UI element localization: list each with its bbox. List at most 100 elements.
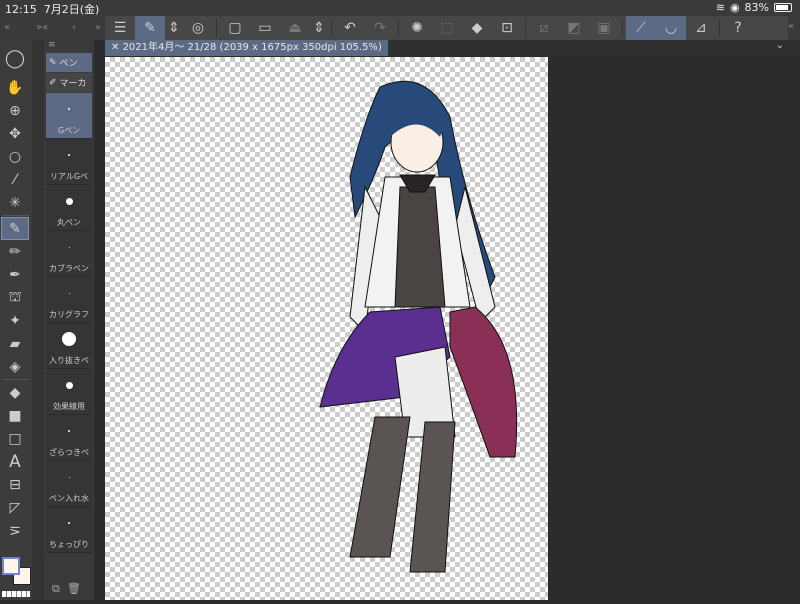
subtool-item[interactable]: ペン入れ水 [46, 461, 92, 507]
tab-bar: ✕ 2021年4月～ 21/28 (2039 x 1675px 350dpi 1… [105, 40, 800, 56]
subtool-item[interactable]: 入り抜きペ [46, 323, 92, 369]
text-icon[interactable]: A [1, 450, 29, 473]
blend-icon[interactable]: ◈ [1, 355, 29, 378]
panel-collapse-bar: « »« ‹ » [0, 16, 105, 40]
brush-preview-icon [68, 476, 70, 478]
fill-icon[interactable]: ◆ [462, 16, 492, 40]
command-bar: ☰ ✎ ⇕ ◎ ▢ ▭ ⏏ ⇕ ↶ ↷ ✺ ⬚ ◆ ⊡ ⧄ ◩ ▣ ⟋ ◡ ⊿ … [105, 16, 788, 40]
collapse-left-icon[interactable]: « [4, 22, 10, 33]
lasso-icon[interactable]: ○ [1, 145, 29, 168]
palette-menu-icon[interactable]: ≡ [44, 40, 94, 52]
clear-icon[interactable]: ⧄ [529, 16, 559, 40]
subtool-label: カリグラフ [49, 310, 89, 319]
move-icon[interactable]: ✥ [1, 122, 29, 145]
subtool-group-marker[interactable]: ✐ マーカ [46, 73, 92, 92]
character-illustration [319, 80, 518, 573]
tab-canvas[interactable]: ✕ 2021年4月～ 21/28 (2039 x 1675px 350dpi 1… [105, 40, 388, 56]
undo-icon[interactable]: ↶ [335, 16, 365, 40]
eyedropper-icon[interactable]: ⁄ [1, 168, 29, 191]
chevron-left-icon[interactable]: ‹ [72, 22, 76, 33]
airbrush-icon[interactable]: ⛫ [1, 286, 29, 309]
updown-icon[interactable]: ⇕ [165, 16, 183, 40]
drawing-canvas[interactable] [105, 57, 548, 600]
decoration-icon[interactable]: ✦ [1, 309, 29, 332]
magic-wand-icon[interactable]: ✳ [1, 191, 29, 214]
expand-icon[interactable]: »« [36, 22, 48, 33]
ruler-snap-icon[interactable]: ⟋ [626, 16, 656, 40]
subtool-item[interactable]: ちょっぴり [46, 507, 92, 553]
duplicate-subtool-icon[interactable]: ⧉ [52, 582, 60, 595]
transform-icon[interactable]: ⊡ [492, 16, 522, 40]
subtool-item[interactable]: ざらつきペ [46, 415, 92, 461]
subtool-item[interactable]: Gペン [46, 93, 92, 139]
object-select-icon[interactable]: ⊕ [1, 99, 29, 122]
gradient-icon[interactable]: ■ [1, 404, 29, 427]
brush-preview-icon [68, 246, 70, 248]
select-icon[interactable]: ⬚ [432, 16, 462, 40]
brush-preview-icon [68, 154, 70, 156]
battery-icon [774, 3, 792, 12]
brush-preview-icon [68, 522, 70, 524]
clear-outside-icon[interactable]: ◩ [559, 16, 589, 40]
target-icon[interactable]: ◎ [183, 16, 213, 40]
subtool-group-pen[interactable]: ✎ ペン [46, 53, 92, 72]
figure-icon[interactable]: □ [1, 427, 29, 450]
subtool-label: 入り抜きペ [49, 356, 89, 365]
subtool-item[interactable]: カブラペン [46, 231, 92, 277]
subtool-item[interactable]: 丸ペン [46, 185, 92, 231]
subtool-label: Gペン [57, 126, 81, 135]
frame-icon[interactable]: ⊟ [1, 473, 29, 496]
subtool-label: ちょっぴり [49, 540, 89, 549]
palette-divider [32, 40, 44, 600]
grid-snap-icon[interactable]: ⊿ [686, 16, 716, 40]
battery-percent: 83% [744, 1, 769, 14]
subtool-label: リアルGペ [49, 172, 89, 181]
redo-icon[interactable]: ↷ [365, 16, 395, 40]
pen-icon[interactable]: ✎ [1, 217, 29, 240]
updown-icon[interactable]: ⇕ [310, 16, 328, 40]
wifi-icon: ≋ [715, 1, 725, 14]
brush-preview-icon [68, 292, 70, 294]
status-bar: 12:15 7月2日(金) ≋ ◉ 83% [0, 0, 800, 16]
chevron-down-icon[interactable]: ⌄ [776, 40, 784, 51]
subtool-label: カブラペン [49, 264, 89, 273]
subtool-item[interactable]: リアルGペ [46, 139, 92, 185]
crop-icon[interactable]: ▣ [589, 16, 619, 40]
subtool-label: ペン入れ水 [49, 494, 89, 503]
brush-icon[interactable]: ✒ [1, 263, 29, 286]
brush-preview-icon [65, 381, 73, 389]
trash-icon[interactable]: 🗑 [67, 582, 81, 595]
correct-line-icon[interactable]: ⋝ [1, 519, 29, 542]
transparent-color-swatch[interactable] [2, 591, 30, 597]
hand-icon[interactable]: ✋ [1, 76, 29, 99]
main-color-swatch[interactable] [2, 557, 20, 575]
new-icon[interactable]: ▢ [220, 16, 250, 40]
help-icon[interactable]: ? [723, 16, 753, 40]
save-icon[interactable]: ⏏ [280, 16, 310, 40]
eraser-icon[interactable]: ▰ [1, 332, 29, 355]
lock-rotation-icon: ◉ [729, 1, 740, 14]
pen-icon: ✎ [49, 57, 57, 68]
subtool-item[interactable]: カリグラフ [46, 277, 92, 323]
color-indicator[interactable] [0, 555, 32, 600]
subtool-item[interactable]: 効果線用 [46, 369, 92, 415]
tool-palette: ◯ ✋ ⊕ ✥ ○ ⁄ ✳ ✎ ✏ ✒ ⛫ ✦ ▰ ◈ ◆ ■ □ A ⊟ ◸ … [0, 40, 32, 600]
zoom-icon[interactable]: ◯ [1, 40, 29, 76]
deselect-icon[interactable]: ✺ [402, 16, 432, 40]
ruler-icon[interactable]: ◸ [1, 496, 29, 519]
menu-button[interactable]: ☰ [105, 16, 135, 40]
subtool-label: 丸ペン [57, 218, 81, 227]
collapse-right-icon[interactable]: « [788, 16, 800, 40]
clock: 12:15 7月2日(金) [5, 3, 100, 16]
special-ruler-snap-icon[interactable]: ◡ [656, 16, 686, 40]
pencil-icon[interactable]: ✏ [1, 240, 29, 263]
expand-right-icon[interactable]: » [95, 22, 101, 33]
close-icon[interactable]: ✕ [111, 42, 123, 53]
open-icon[interactable]: ▭ [250, 16, 280, 40]
subtool-palette: ≡ ✎ ペン ✐ マーカ GペンリアルGペ丸ペンカブラペンカリグラフ入り抜きペ効果線… [44, 40, 94, 600]
brush-preview-icon [68, 108, 70, 110]
subtool-toggle-button[interactable]: ✎ [135, 16, 165, 40]
brush-preview-icon [62, 332, 76, 346]
fill-icon[interactable]: ◆ [1, 381, 29, 404]
brush-preview-icon [68, 430, 70, 432]
